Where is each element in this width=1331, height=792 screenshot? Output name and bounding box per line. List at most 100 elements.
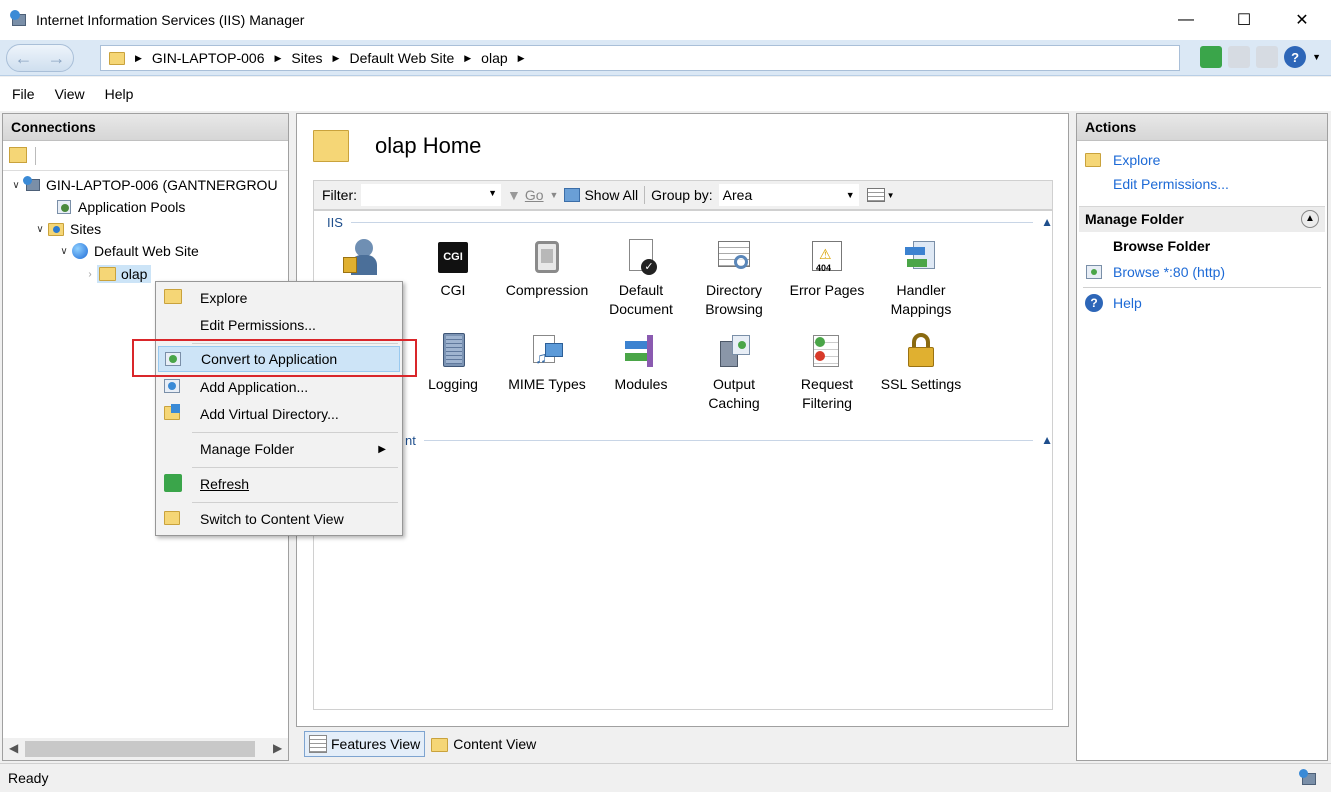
feature-directory-browsing[interactable]: Directory Browsing <box>688 239 780 319</box>
tree-node-app-pools[interactable]: Application Pools <box>55 196 185 218</box>
menu-item-manage-folder[interactable]: Manage Folder ▶ <box>158 436 400 462</box>
tree-node-server[interactable]: ∨ GIN-LAPTOP-006 (GANTNERGROU <box>9 174 278 196</box>
section-iis[interactable]: IIS ▲ <box>313 212 1053 232</box>
status-text: Ready <box>8 770 49 786</box>
scrollbar-thumb[interactable] <box>25 741 255 757</box>
feature-modules[interactable]: Modules <box>595 333 687 394</box>
scroll-left-icon[interactable]: ◀ <box>9 741 18 755</box>
feature-error-pages[interactable]: ⚠ 404 Error Pages <box>781 239 873 300</box>
browse-icon <box>1085 263 1103 281</box>
breadcrumb-olap[interactable]: olap <box>481 50 507 66</box>
maximize-icon[interactable]: ☐ <box>1215 0 1273 40</box>
feature-mime-types[interactable]: ♫ MIME Types <box>501 333 593 394</box>
help-dropdown-icon[interactable]: ▼ <box>1312 52 1321 62</box>
feature-label: MIME Types <box>508 376 586 392</box>
close-icon[interactable]: ✕ <box>1273 0 1331 40</box>
tree-node-olap[interactable]: › olap <box>83 263 152 285</box>
breadcrumb-arrow-icon[interactable]: ▶ <box>518 53 525 64</box>
menu-item-refresh[interactable]: Refresh <box>158 471 400 497</box>
action-edit-permissions[interactable]: Edit Permissions... <box>1113 176 1229 192</box>
filter-dropdown-icon[interactable]: ▼ <box>488 188 497 198</box>
back-arrow-icon[interactable]: ← <box>15 48 33 69</box>
feature-ssl-settings[interactable]: SSL Settings <box>875 333 967 394</box>
help-icon[interactable]: ? <box>1284 46 1307 68</box>
menu-item-explore[interactable]: Explore <box>158 285 400 311</box>
feature-cgi[interactable]: CGI CGI <box>407 239 499 300</box>
action-help[interactable]: ? Help <box>1085 294 1142 312</box>
go-dropdown-icon[interactable]: ▼ <box>550 190 559 200</box>
submenu-arrow-icon: ▶ <box>378 443 386 455</box>
collapse-section-icon[interactable]: ▲ <box>1041 215 1053 229</box>
view-mode-dropdown-icon[interactable]: ▼ <box>887 191 895 200</box>
section-management[interactable]: nt ▲ <box>313 430 1053 450</box>
tree-node-sites[interactable]: ∨ Sites <box>33 218 101 240</box>
content-view-tab[interactable]: Content View <box>427 731 540 757</box>
folder-icon <box>99 267 116 281</box>
add-application-icon <box>164 377 182 395</box>
action-browse-80[interactable]: Browse *:80 (http) <box>1085 263 1225 281</box>
go-button[interactable]: Go <box>525 187 544 203</box>
feature-compression[interactable]: Compression <box>501 239 593 300</box>
actions-divider <box>1083 287 1321 288</box>
menu-item-add-application[interactable]: Add Application... <box>158 374 400 400</box>
feature-default-document[interactable]: ✓ Default Document <box>595 239 687 319</box>
feature-authentication[interactable] <box>315 239 407 281</box>
feature-label: Request Filtering <box>800 376 854 411</box>
scroll-right-icon[interactable]: ▶ <box>273 741 282 755</box>
show-all-button[interactable]: Show All <box>584 187 638 203</box>
iis-app-icon <box>10 10 30 30</box>
menu-item-switch-content-view[interactable]: Switch to Content View <box>158 506 400 532</box>
minimize-icon[interactable]: — <box>1157 0 1215 40</box>
collapse-icon[interactable]: ∨ <box>9 180 23 191</box>
menu-item-add-virtual-directory[interactable]: Add Virtual Directory... <box>158 401 400 427</box>
filter-input[interactable]: ▼ <box>361 184 501 206</box>
collapse-icon[interactable]: ∨ <box>33 224 47 235</box>
group-by-select[interactable]: Area ▼ <box>718 184 859 206</box>
menu-item-edit-permissions[interactable]: Edit Permissions... <box>158 312 400 338</box>
breadcrumb-arrow-icon[interactable]: ▶ <box>464 53 471 64</box>
breadcrumb-server[interactable]: GIN-LAPTOP-006 <box>152 50 265 66</box>
feature-logging[interactable]: Logging <box>407 333 499 394</box>
feature-label: Handler Mappings <box>890 282 952 317</box>
collapse-section-icon[interactable]: ▲ <box>1041 433 1053 447</box>
error-pages-icon: ⚠ 404 <box>809 239 845 275</box>
forward-arrow-icon[interactable]: → <box>48 48 66 69</box>
home-header: olap Home <box>313 130 481 162</box>
default-document-icon: ✓ <box>623 239 659 275</box>
home-icon[interactable] <box>1256 46 1279 68</box>
section-divider <box>423 439 1034 441</box>
breadcrumb-arrow-icon[interactable]: ▶ <box>135 53 142 64</box>
tree-node-default-site[interactable]: ∨ Default Web Site <box>57 240 199 262</box>
manage-folder-header[interactable]: Manage Folder ▲ <box>1079 206 1325 232</box>
collapse-group-icon[interactable]: ▲ <box>1301 210 1319 228</box>
breadcrumb-sites[interactable]: Sites <box>291 50 322 66</box>
menu-view[interactable]: View <box>55 86 85 102</box>
menu-file[interactable]: File <box>12 86 35 102</box>
view-mode-icon[interactable] <box>866 188 885 202</box>
features-view-tab[interactable]: Features View <box>304 731 426 757</box>
menu-help[interactable]: Help <box>105 86 134 102</box>
feature-output-caching[interactable]: Output Caching <box>688 333 780 413</box>
refresh-icon[interactable] <box>1200 46 1223 68</box>
group-by-dropdown-icon[interactable]: ▼ <box>846 190 855 200</box>
connections-header: Connections <box>3 114 288 141</box>
feature-request-filtering[interactable]: Request Filtering <box>781 333 873 413</box>
connect-icon[interactable] <box>9 147 27 163</box>
default-site-label: Default Web Site <box>94 243 199 259</box>
breadcrumb-arrow-icon[interactable]: ▶ <box>333 53 340 64</box>
breadcrumb[interactable]: ▶ GIN-LAPTOP-006 ▶ Sites ▶ Default Web S… <box>100 45 1180 71</box>
stop-icon[interactable] <box>1228 46 1251 68</box>
explore-icon <box>1085 151 1103 169</box>
feature-handler-mappings[interactable]: Handler Mappings <box>875 239 967 319</box>
breadcrumb-arrow-icon[interactable]: ▶ <box>274 53 281 64</box>
breadcrumb-default-site[interactable]: Default Web Site <box>349 50 454 66</box>
horizontal-scrollbar[interactable]: ◀ ▶ <box>3 738 288 760</box>
highlight-annotation <box>132 339 417 377</box>
feature-label: Directory Browsing <box>705 282 763 317</box>
action-edit-permissions-label: Edit Permissions... <box>1113 176 1229 192</box>
collapse-icon[interactable]: ∨ <box>57 246 71 257</box>
feature-label: Error Pages <box>789 282 865 298</box>
feature-label: Default Document <box>609 282 673 317</box>
action-explore[interactable]: Explore <box>1085 151 1160 169</box>
expand-icon[interactable]: › <box>83 269 97 280</box>
